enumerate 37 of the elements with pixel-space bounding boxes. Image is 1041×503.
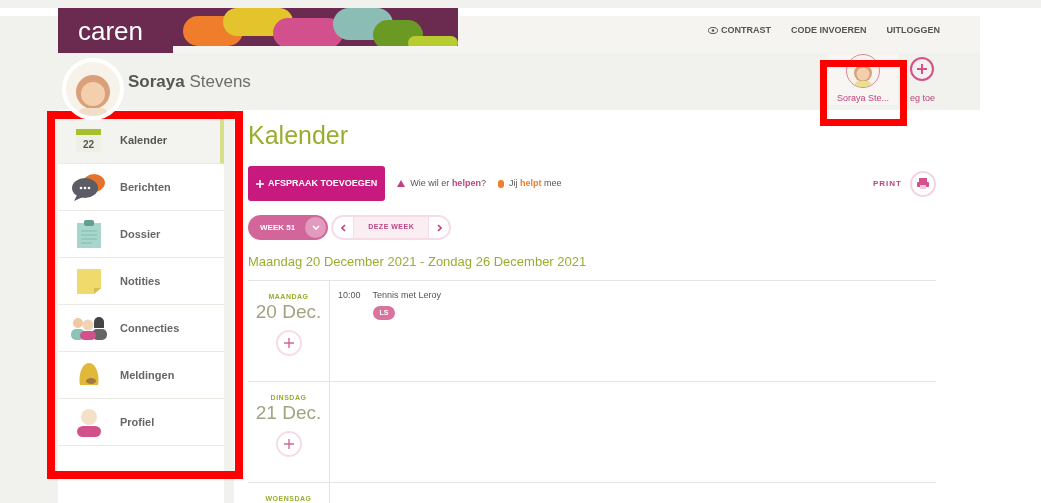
calendar-icon: 22 <box>75 126 103 154</box>
event-time: 10:00 <box>338 288 361 302</box>
legend-text: Wie wil er helpen? <box>410 176 486 190</box>
header-link[interactable]: UITLOGGEN <box>886 23 940 38</box>
printer-icon <box>917 178 929 189</box>
date-range: Maandag 20 December 2021 - Zondag 26 December 2021 <box>248 253 587 271</box>
eye-icon <box>708 27 718 34</box>
sidebar-item[interactable]: 22 Kalender <box>58 117 224 164</box>
speech-bubbles-icon <box>71 173 107 201</box>
logo-text: caren <box>78 17 144 44</box>
plus-icon <box>283 338 294 348</box>
add-event-button[interactable] <box>275 330 302 356</box>
header-link[interactable]: CODE INVOEREN <box>791 23 867 38</box>
chevron-right-icon <box>436 223 442 232</box>
page-title: Kalender <box>248 123 349 148</box>
week-select[interactable]: WEEK 51 <box>248 215 329 240</box>
add-person-button[interactable]: eg toe <box>910 56 936 105</box>
add-event-button[interactable] <box>275 431 302 457</box>
day-date: 20 Dec. <box>255 302 322 321</box>
logo-banner[interactable]: caren <box>58 8 458 53</box>
person-icon <box>76 407 102 437</box>
add-appointment-button[interactable]: AFSPRAAK TOEVOEGEN <box>248 166 386 201</box>
plus-icon <box>283 439 294 449</box>
plus-icon <box>256 179 264 188</box>
print-button[interactable] <box>910 170 936 197</box>
people-icon <box>70 316 108 340</box>
note-icon <box>76 267 102 295</box>
contrast-link[interactable]: CONTRAST <box>708 23 771 38</box>
clipboard-icon <box>76 219 102 249</box>
user-name: Soraya Stevens <box>128 70 251 93</box>
print-label[interactable]: PRINT <box>873 177 902 190</box>
day-date: 21 Dec. <box>255 403 322 422</box>
plus-icon <box>910 56 934 81</box>
legend-text: Jij helpt mee <box>508 176 562 190</box>
chevron-left-icon <box>340 223 346 232</box>
event-title[interactable]: Tennis met Leroy <box>372 288 442 302</box>
chevron-down-icon <box>305 217 327 238</box>
